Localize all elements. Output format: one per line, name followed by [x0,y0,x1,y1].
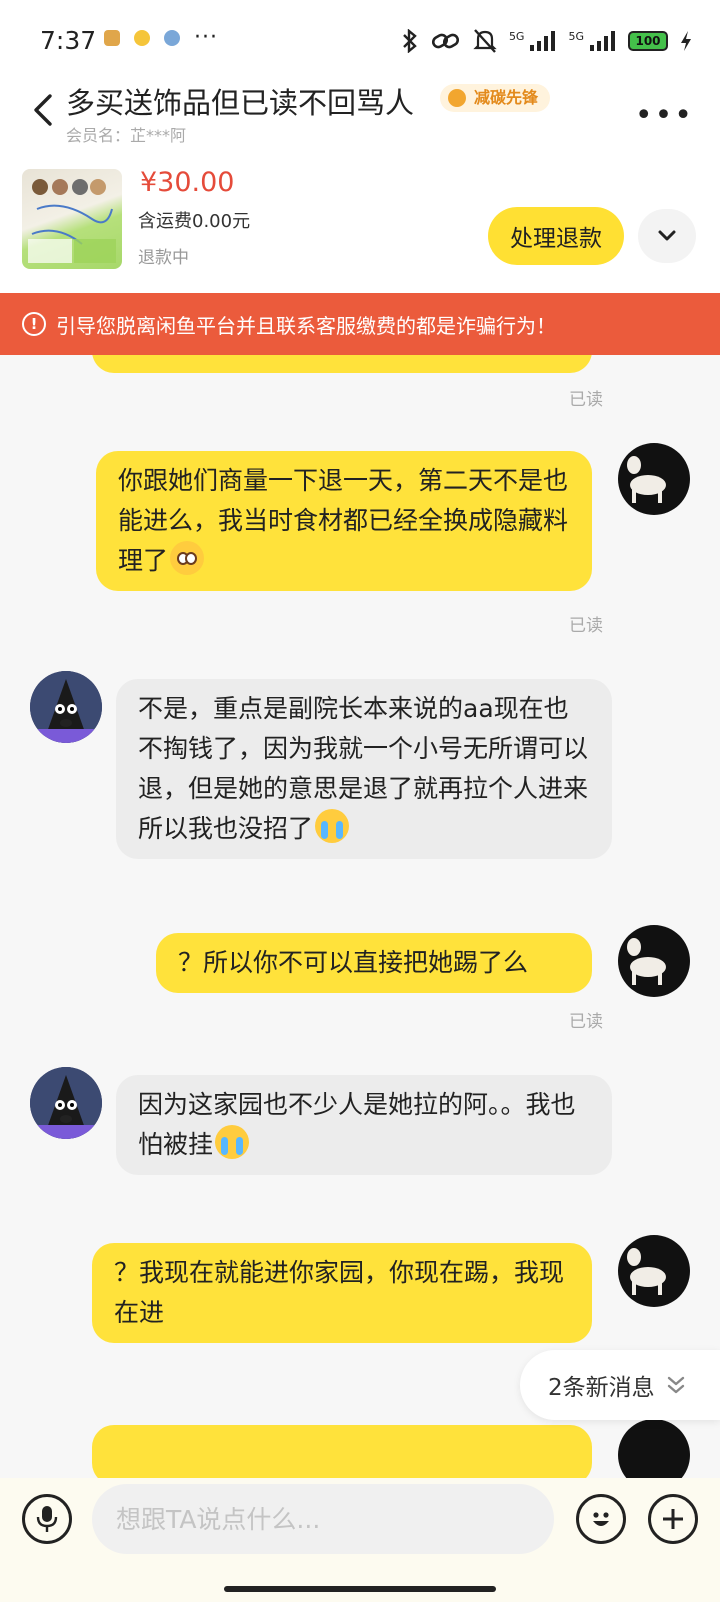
product-image [28,179,116,263]
new-messages-button[interactable]: 2条新消息 [520,1350,720,1420]
read-receipt: 已读 [569,1012,603,1032]
carbon-pioneer-badge[interactable]: 减碳先锋 [440,84,551,112]
chat-header: 多买送饰品但已读不回骂人 减碳先锋 会员名：芷***阿 ••• [0,80,720,155]
shipping-fee: 含运费0.00元 [138,211,251,232]
status-system-icons: 5G 5G 100 [401,28,692,54]
patrick-avatar-image [30,671,102,743]
battery-icon: 100 [628,31,668,51]
patrick-avatar-image [30,1067,102,1139]
status-notification-icons: ··· [104,25,218,50]
plus-icon [663,1509,683,1529]
signal-icon [530,31,556,51]
chat-messages[interactable]: 已读 你跟她们商量一下退一天，第二天不是也能进么，我当时食材都已经全换成隐藏料理… [0,355,720,1485]
network-type-label: 5G [568,29,584,43]
order-price: ¥30.00 [140,167,235,198]
new-messages-label: 2条新消息 [548,1375,655,1401]
message-bubble-partial[interactable] [92,1425,592,1485]
chevron-down-icon [658,230,676,241]
message-bubble[interactable]: 因为这家园也不少人是她拉的阿。。我也怕被挂 [116,1075,612,1175]
signal-icon [590,31,615,51]
more-actions-button[interactable] [648,1494,698,1544]
home-indicator[interactable] [224,1586,496,1592]
more-notifications-icon: ··· [194,25,218,50]
message-text: ？所以你不可以直接把她踢了么 [178,948,529,977]
voice-input-button[interactable] [22,1494,72,1544]
my-avatar[interactable] [618,1419,690,1485]
fraud-warning-text: 引导您脱离闲鱼平台并且联系客服缴费的都是诈骗行为！ [56,313,556,338]
emoji-button[interactable] [576,1494,626,1544]
charging-icon [681,31,691,51]
leaf-icon [448,89,466,107]
mute-bell-icon [473,29,497,53]
status-bar: 7:37 ··· 5G 5G 100 [0,0,720,80]
message-input[interactable] [92,1484,554,1554]
read-receipt: 已读 [569,390,603,410]
read-receipt: 已读 [569,616,603,636]
expand-order-button[interactable] [638,209,696,263]
hotspot-link-icon [431,33,459,49]
message-bubble[interactable]: ？所以你不可以直接把她踢了么 [156,933,592,993]
back-arrow-icon[interactable] [28,90,60,130]
status-time: 7:37 [40,26,97,55]
cat-avatar-image [627,456,666,503]
message-text: 因为这家园也不少人是她拉的阿。。我也怕被挂 [138,1090,576,1159]
app-notification-icon [164,30,180,46]
message-bubble[interactable]: 你跟她们商量一下退一天，第二天不是也能进么，我当时食材都已经全换成隐藏料理了 [96,451,592,591]
fraud-warning-banner: ! 引导您脱离闲鱼平台并且联系客服缴费的都是诈骗行为！ [0,293,720,355]
order-status: 退款中 [138,248,189,268]
message-text: 不是，重点是副院长本来说的aa现在也不掏钱了，因为我就一个小号无所谓可以退，但是… [138,694,589,843]
flushed-face-icon [170,541,205,575]
app-notification-icon [104,30,120,46]
app-notification-icon [134,30,150,46]
badge-label: 减碳先锋 [474,88,539,107]
contact-avatar[interactable] [30,1067,102,1139]
message-bubble[interactable]: ？我现在就能进你家园，你现在踢，我现在进 [92,1243,592,1343]
cat-avatar-image [627,938,666,985]
handle-refund-button[interactable]: 处理退款 [488,207,624,265]
my-avatar[interactable] [618,443,690,515]
chat-title: 多买送饰品但已读不回骂人 [66,86,415,120]
message-input-bar [0,1478,720,1602]
message-bubble[interactable]: 不是，重点是副院长本来说的aa现在也不掏钱了，因为我就一个小号无所谓可以退，但是… [116,679,612,859]
double-chevron-down-icon [667,1376,684,1394]
product-thumbnail[interactable] [22,169,122,269]
contact-avatar[interactable] [30,671,102,743]
message-text: ？我现在就能进你家园，你现在踢，我现在进 [114,1258,565,1327]
crying-face-icon [215,1125,250,1159]
bluetooth-icon [403,29,417,53]
smiley-icon [593,1512,609,1526]
warning-icon: ! [22,312,46,336]
member-name: 会员名：芷***阿 [66,126,187,145]
network-type-label: 5G [508,29,525,43]
my-avatar[interactable] [618,1235,690,1307]
order-card[interactable]: ¥30.00 含运费0.00元 退款中 处理退款 [0,155,720,293]
message-bubble-partial[interactable] [92,355,592,373]
my-avatar[interactable] [618,925,690,997]
more-options-icon[interactable]: ••• [635,98,694,133]
cat-avatar-image [627,1248,666,1295]
microphone-icon [36,1506,58,1532]
crying-face-icon [315,809,350,843]
